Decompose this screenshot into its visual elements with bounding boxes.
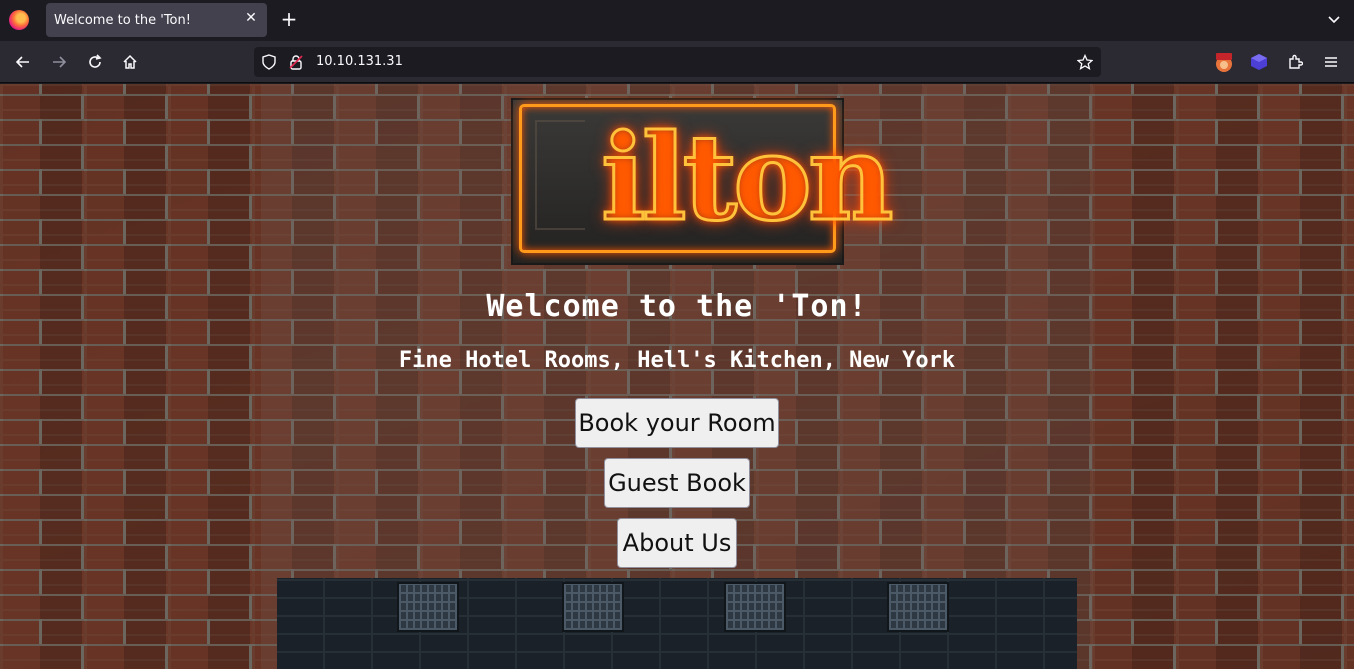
guest-book-button[interactable]: Guest Book (604, 458, 750, 508)
page-subtitle: Fine Hotel Rooms, Hell's Kitchen, New Yo… (398, 348, 956, 373)
star-icon[interactable] (1077, 54, 1093, 70)
page-viewport: ilton Welcome to the 'Ton! Fine Hotel Ro… (0, 84, 1354, 669)
hamburger-menu-icon[interactable] (1319, 50, 1343, 74)
window (724, 582, 786, 632)
window (562, 582, 624, 632)
book-room-button[interactable]: Book your Room (575, 398, 779, 448)
hotel-logo: ilton (511, 98, 895, 265)
neon-logo-text: ilton (600, 107, 896, 249)
firefox-icon[interactable] (9, 10, 29, 30)
lock-icon[interactable] (288, 54, 304, 70)
extension-cube-icon[interactable] (1247, 50, 1271, 74)
url-bar[interactable]: 10.10.131.31 (254, 47, 1101, 77)
home-icon[interactable] (118, 50, 142, 74)
street-image (277, 578, 1077, 669)
chevron-down-icon[interactable] (1326, 11, 1342, 27)
burp-extension-icon[interactable] (1212, 50, 1236, 74)
reload-icon[interactable] (83, 50, 107, 74)
page-title: Welcome to the 'Ton! (486, 289, 868, 324)
close-icon[interactable]: ✕ (243, 10, 259, 26)
browser-tab[interactable]: Welcome to the 'Ton! ✕ (46, 3, 267, 37)
navigation-toolbar: 10.10.131.31 (0, 41, 1354, 83)
back-arrow-icon[interactable] (11, 50, 35, 74)
unlit-letter-h (535, 120, 585, 230)
forward-arrow-icon[interactable] (47, 50, 71, 74)
url-text[interactable]: 10.10.131.31 (316, 54, 403, 69)
tab-strip: Welcome to the 'Ton! ✕ + (0, 0, 1354, 41)
tab-title: Welcome to the 'Ton! (54, 13, 191, 28)
window (397, 582, 459, 632)
shield-icon[interactable] (261, 54, 277, 70)
extensions-puzzle-icon[interactable] (1283, 50, 1307, 74)
plus-icon[interactable]: + (278, 8, 300, 30)
about-us-button[interactable]: About Us (617, 518, 737, 568)
window (887, 582, 949, 632)
